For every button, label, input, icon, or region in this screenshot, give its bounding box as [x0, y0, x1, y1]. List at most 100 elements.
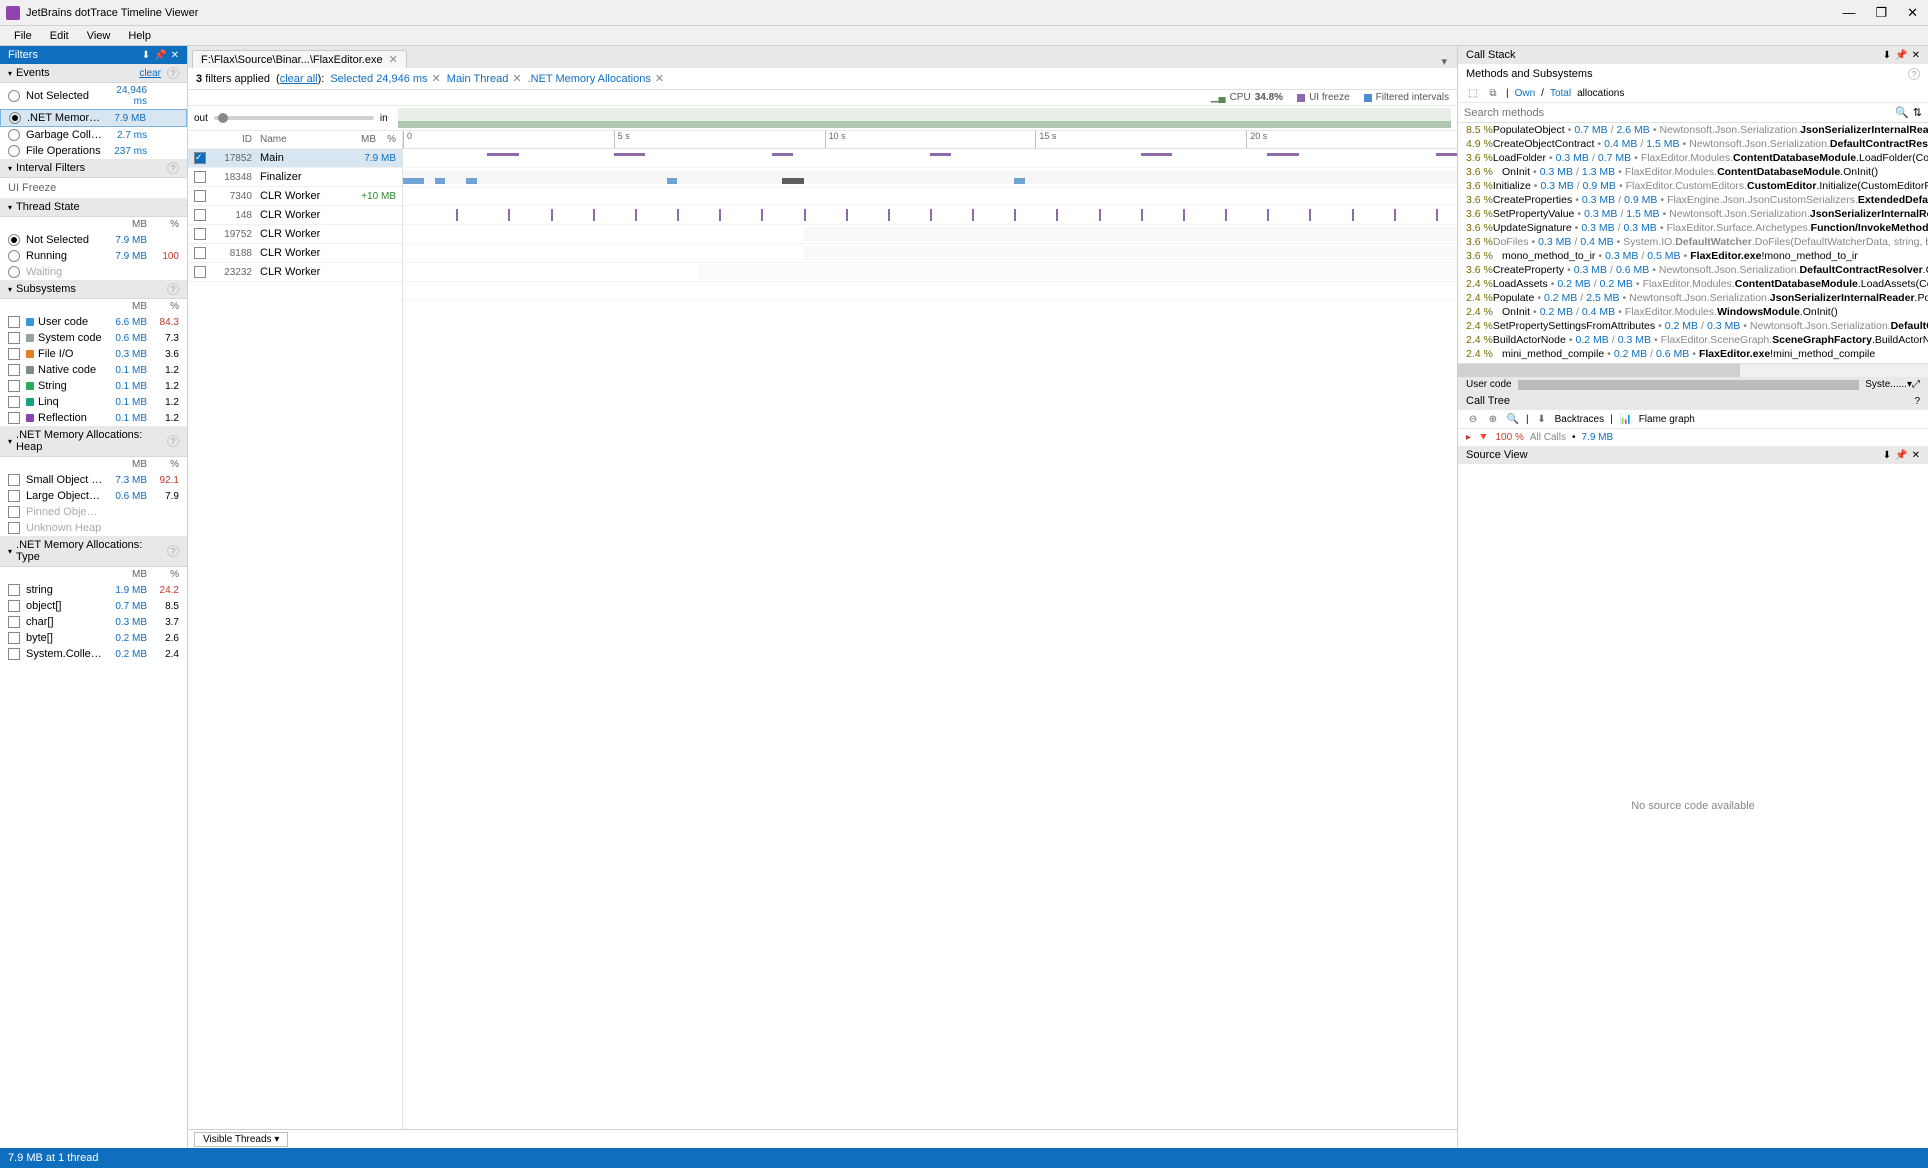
method-row[interactable]: 3.6 %OnInit•0.3 MB/1.3 MB•FlaxEditor.Mod…: [1458, 165, 1928, 179]
clear-events[interactable]: clear: [139, 68, 161, 79]
thread-state-header[interactable]: ▾ Thread State: [0, 198, 187, 217]
interval-section-header[interactable]: ▾ Interval Filters ?: [0, 159, 187, 178]
pin2-icon[interactable]: 📌: [1895, 450, 1907, 461]
checkbox-icon[interactable]: [194, 152, 206, 164]
help-icon[interactable]: ?: [167, 545, 179, 557]
type-header[interactable]: ▾ .NET Memory Allocations: Type ?: [0, 536, 187, 567]
crumb-selected[interactable]: Selected 24,946 ms: [330, 73, 427, 85]
file-tab[interactable]: F:\Flax\Source\Binar...\FlaxEditor.exe ✕: [192, 50, 407, 68]
tab-dropdown-icon[interactable]: ▾: [1435, 55, 1453, 68]
method-row[interactable]: 3.6 %SetPropertyValue•0.3 MB/1.5 MB•Newt…: [1458, 207, 1928, 221]
method-row[interactable]: 2.4 %SetPropertySettingsFromAttributes•0…: [1458, 319, 1928, 333]
filter-row[interactable]: Pinned Object Heap: [0, 504, 187, 520]
method-row[interactable]: 3.6 %Initialize•0.3 MB/0.9 MB•FlaxEditor…: [1458, 179, 1928, 193]
help-icon[interactable]: ?: [167, 283, 179, 295]
clear-all-filters[interactable]: clear all: [280, 73, 318, 85]
filter-row[interactable]: Native code0.1 MB1.2: [0, 362, 187, 378]
method-row[interactable]: 3.6 %CreateProperty•0.3 MB/0.6 MB•Newton…: [1458, 263, 1928, 277]
method-row[interactable]: 2.4 %mini_method_compile•0.2 MB/0.6 MB•F…: [1458, 347, 1928, 361]
remove-crumb-icon[interactable]: ✕: [655, 72, 664, 85]
settings-icon[interactable]: ⇅: [1913, 106, 1922, 119]
method-list[interactable]: 8.5 %PopulateObject•0.7 MB/2.6 MB•Newton…: [1458, 123, 1928, 363]
filter-row[interactable]: string1.9 MB24.2: [0, 582, 187, 598]
crumb-main-thread[interactable]: Main Thread: [447, 73, 509, 85]
thread-row[interactable]: 148CLR Worker: [188, 206, 402, 225]
heap-header[interactable]: ▾ .NET Memory Allocations: Heap ?: [0, 426, 187, 457]
help-icon[interactable]: ?: [167, 67, 179, 79]
help-icon[interactable]: ?: [167, 162, 179, 174]
minimize-button[interactable]: —: [1838, 5, 1859, 21]
method-row[interactable]: 2.4 %LoadAssets•0.2 MB/0.2 MB•FlaxEditor…: [1458, 277, 1928, 291]
search-input[interactable]: [1464, 107, 1891, 119]
filter-row[interactable]: Unknown Heap: [0, 520, 187, 536]
method-row[interactable]: 3.6 %DoFiles•0.3 MB/0.4 MB•System.IO.Def…: [1458, 235, 1928, 249]
method-row[interactable]: 3.6 %mono_method_to_ir•0.3 MB/0.5 MB•Fla…: [1458, 249, 1928, 263]
thread-row[interactable]: 8188CLR Worker: [188, 244, 402, 263]
checkbox-icon[interactable]: [194, 171, 206, 183]
pin-icon[interactable]: ⬇: [1883, 50, 1891, 61]
menu-view[interactable]: View: [79, 28, 119, 44]
own-toggle[interactable]: Own: [1515, 88, 1536, 99]
method-row[interactable]: 2.4 %Populate•0.2 MB/2.5 MB•Newtonsoft.J…: [1458, 291, 1928, 305]
pin-icon[interactable]: ⬇: [142, 50, 150, 61]
merge-icon[interactable]: ⬚: [1466, 86, 1480, 100]
close-panel-icon[interactable]: ✕: [1912, 450, 1920, 461]
filter-row[interactable]: Not Selected24,946 ms: [0, 83, 187, 109]
method-row[interactable]: 8.5 %PopulateObject•0.7 MB/2.6 MB•Newton…: [1458, 123, 1928, 137]
method-row[interactable]: 4.9 %CreateObjectContract•0.4 MB/1.5 MB•…: [1458, 137, 1928, 151]
pin2-icon[interactable]: 📌: [1895, 50, 1907, 61]
filter-row[interactable]: String0.1 MB1.2: [0, 378, 187, 394]
events-section-header[interactable]: ▾ Events clear ?: [0, 64, 187, 83]
filter-row[interactable]: Not Selected7.9 MB: [0, 232, 187, 248]
checkbox-icon[interactable]: [194, 190, 206, 202]
menu-file[interactable]: File: [6, 28, 40, 44]
filter-row[interactable]: Large Object Heap0.6 MB7.9: [0, 488, 187, 504]
filter-row[interactable]: File Operations237 ms: [0, 143, 187, 159]
expand-icon[interactable]: ⤢: [1912, 379, 1920, 390]
pin-icon[interactable]: ⬇: [1883, 450, 1891, 461]
thread-row[interactable]: 7340CLR Worker+10 MB: [188, 187, 402, 206]
checkbox-icon[interactable]: [194, 266, 206, 278]
h-scrollbar[interactable]: [1458, 363, 1928, 377]
filter-row[interactable]: char[]0.3 MB3.7: [0, 614, 187, 630]
maximize-button[interactable]: ❐: [1871, 5, 1891, 21]
close-panel-icon[interactable]: ✕: [171, 50, 179, 61]
search-icon[interactable]: 🔍: [1506, 412, 1520, 426]
ui-freeze-label[interactable]: UI Freeze: [0, 178, 187, 198]
filter-row[interactable]: Garbage Collection2.7 ms: [0, 127, 187, 143]
menu-edit[interactable]: Edit: [42, 28, 77, 44]
backtraces-button[interactable]: Backtraces: [1555, 414, 1604, 425]
filter-row[interactable]: object[]0.7 MB8.5: [0, 598, 187, 614]
thread-row[interactable]: 19752CLR Worker: [188, 225, 402, 244]
checkbox-icon[interactable]: [194, 247, 206, 259]
help-icon[interactable]: ?: [1914, 396, 1920, 407]
filter-row[interactable]: Waiting: [0, 264, 187, 280]
checkbox-icon[interactable]: [194, 209, 206, 221]
subsystems-header[interactable]: ▾ Subsystems ?: [0, 280, 187, 299]
crumb-alloc[interactable]: .NET Memory Allocations: [528, 73, 651, 85]
pin2-icon[interactable]: 📌: [154, 50, 166, 61]
zoom-slider[interactable]: [214, 116, 374, 120]
close-panel-icon[interactable]: ✕: [1912, 50, 1920, 61]
visible-threads-button[interactable]: Visible Threads ▾: [194, 1132, 288, 1147]
flame-graph-button[interactable]: Flame graph: [1639, 414, 1695, 425]
timeline-canvas[interactable]: 0 5 s 10 s 15 s 20 s: [403, 131, 1457, 1129]
method-row[interactable]: 3.6 %UpdateSignature•0.3 MB/0.3 MB•FlaxE…: [1458, 221, 1928, 235]
close-button[interactable]: ✕: [1903, 5, 1922, 21]
thread-row[interactable]: 17852Main7.9 MB: [188, 149, 402, 168]
filter-row[interactable]: Reflection0.1 MB1.2: [0, 410, 187, 426]
help-icon[interactable]: ?: [1908, 68, 1920, 80]
thread-row[interactable]: 18348Finalizer: [188, 168, 402, 187]
filter-row[interactable]: Linq0.1 MB1.2: [0, 394, 187, 410]
method-row[interactable]: 2.4 %BuildActorNode•0.2 MB/0.3 MB•FlaxEd…: [1458, 333, 1928, 347]
thread-row[interactable]: 23232CLR Worker: [188, 263, 402, 282]
filter-row[interactable]: Running7.9 MB100: [0, 248, 187, 264]
method-row[interactable]: 3.6 %LoadFolder•0.3 MB/0.7 MB•FlaxEditor…: [1458, 151, 1928, 165]
method-row[interactable]: 2.4 %OnInit•0.2 MB/0.4 MB•FlaxEditor.Mod…: [1458, 305, 1928, 319]
menu-help[interactable]: Help: [120, 28, 159, 44]
overview-minimap[interactable]: [398, 108, 1451, 128]
filter-row[interactable]: Small Object Heap7.3 MB92.1: [0, 472, 187, 488]
help-icon[interactable]: ?: [167, 435, 179, 447]
filter-row[interactable]: System.Collection0.2 MB2.4: [0, 646, 187, 662]
collapse-icon[interactable]: ⊖: [1466, 412, 1480, 426]
